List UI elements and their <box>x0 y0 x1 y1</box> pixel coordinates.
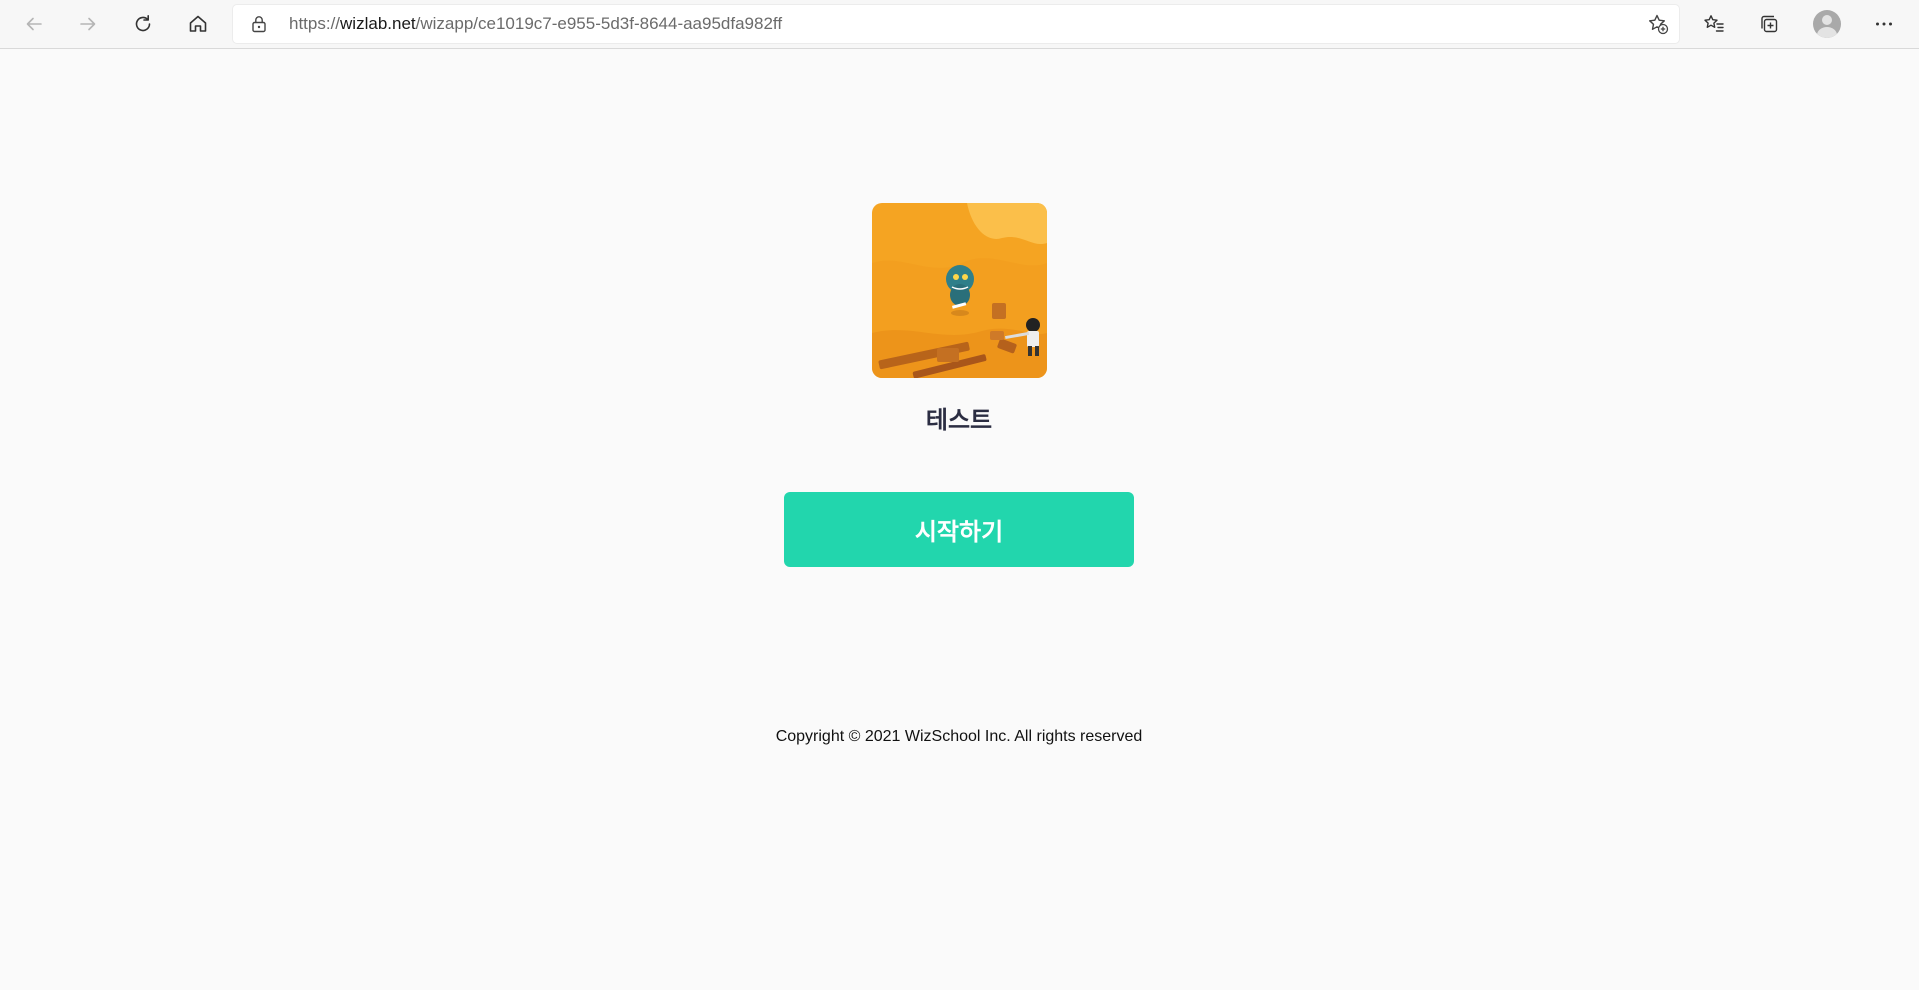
add-favorite-icon[interactable] <box>1647 13 1669 35</box>
address-bar[interactable]: https://wizlab.net/wizapp/ce1019c7-e955-… <box>233 5 1679 43</box>
more-icon <box>1876 22 1892 26</box>
favorites-icon <box>1704 15 1724 32</box>
lock-icon[interactable] <box>249 14 269 34</box>
refresh-icon <box>135 15 151 32</box>
app-thumbnail <box>872 203 1047 378</box>
start-button[interactable]: 시작하기 <box>784 492 1134 567</box>
home-button[interactable] <box>180 6 216 42</box>
forward-icon <box>80 17 96 31</box>
back-icon <box>26 17 42 31</box>
refresh-button[interactable] <box>125 6 161 42</box>
profile-avatar[interactable] <box>1813 10 1841 38</box>
game-scene-illustration <box>872 203 1047 378</box>
app-title: 테스트 <box>925 406 993 434</box>
favorites-button[interactable] <box>1696 6 1732 42</box>
url-scheme: https:// <box>289 14 341 33</box>
more-button[interactable] <box>1866 6 1902 42</box>
collections-icon <box>1761 15 1778 33</box>
url-text[interactable]: https://wizlab.net/wizapp/ce1019c7-e955-… <box>289 5 782 43</box>
copyright-text: Copyright © 2021 WizSchool Inc. All righ… <box>775 728 1143 745</box>
back-button[interactable] <box>16 6 52 42</box>
home-icon <box>189 15 207 32</box>
collections-button[interactable] <box>1751 6 1787 42</box>
browser-toolbar: https://wizlab.net/wizapp/ce1019c7-e955-… <box>0 0 1919 49</box>
url-path: /wizapp/ce1019c7-e955-5d3f-8644-aa95dfa9… <box>415 14 783 33</box>
page-content: 테스트 시작하기 Copyright © 2021 WizSchool Inc.… <box>0 49 1919 990</box>
url-host: wizlab.net <box>340 14 416 33</box>
forward-button[interactable] <box>70 6 106 42</box>
